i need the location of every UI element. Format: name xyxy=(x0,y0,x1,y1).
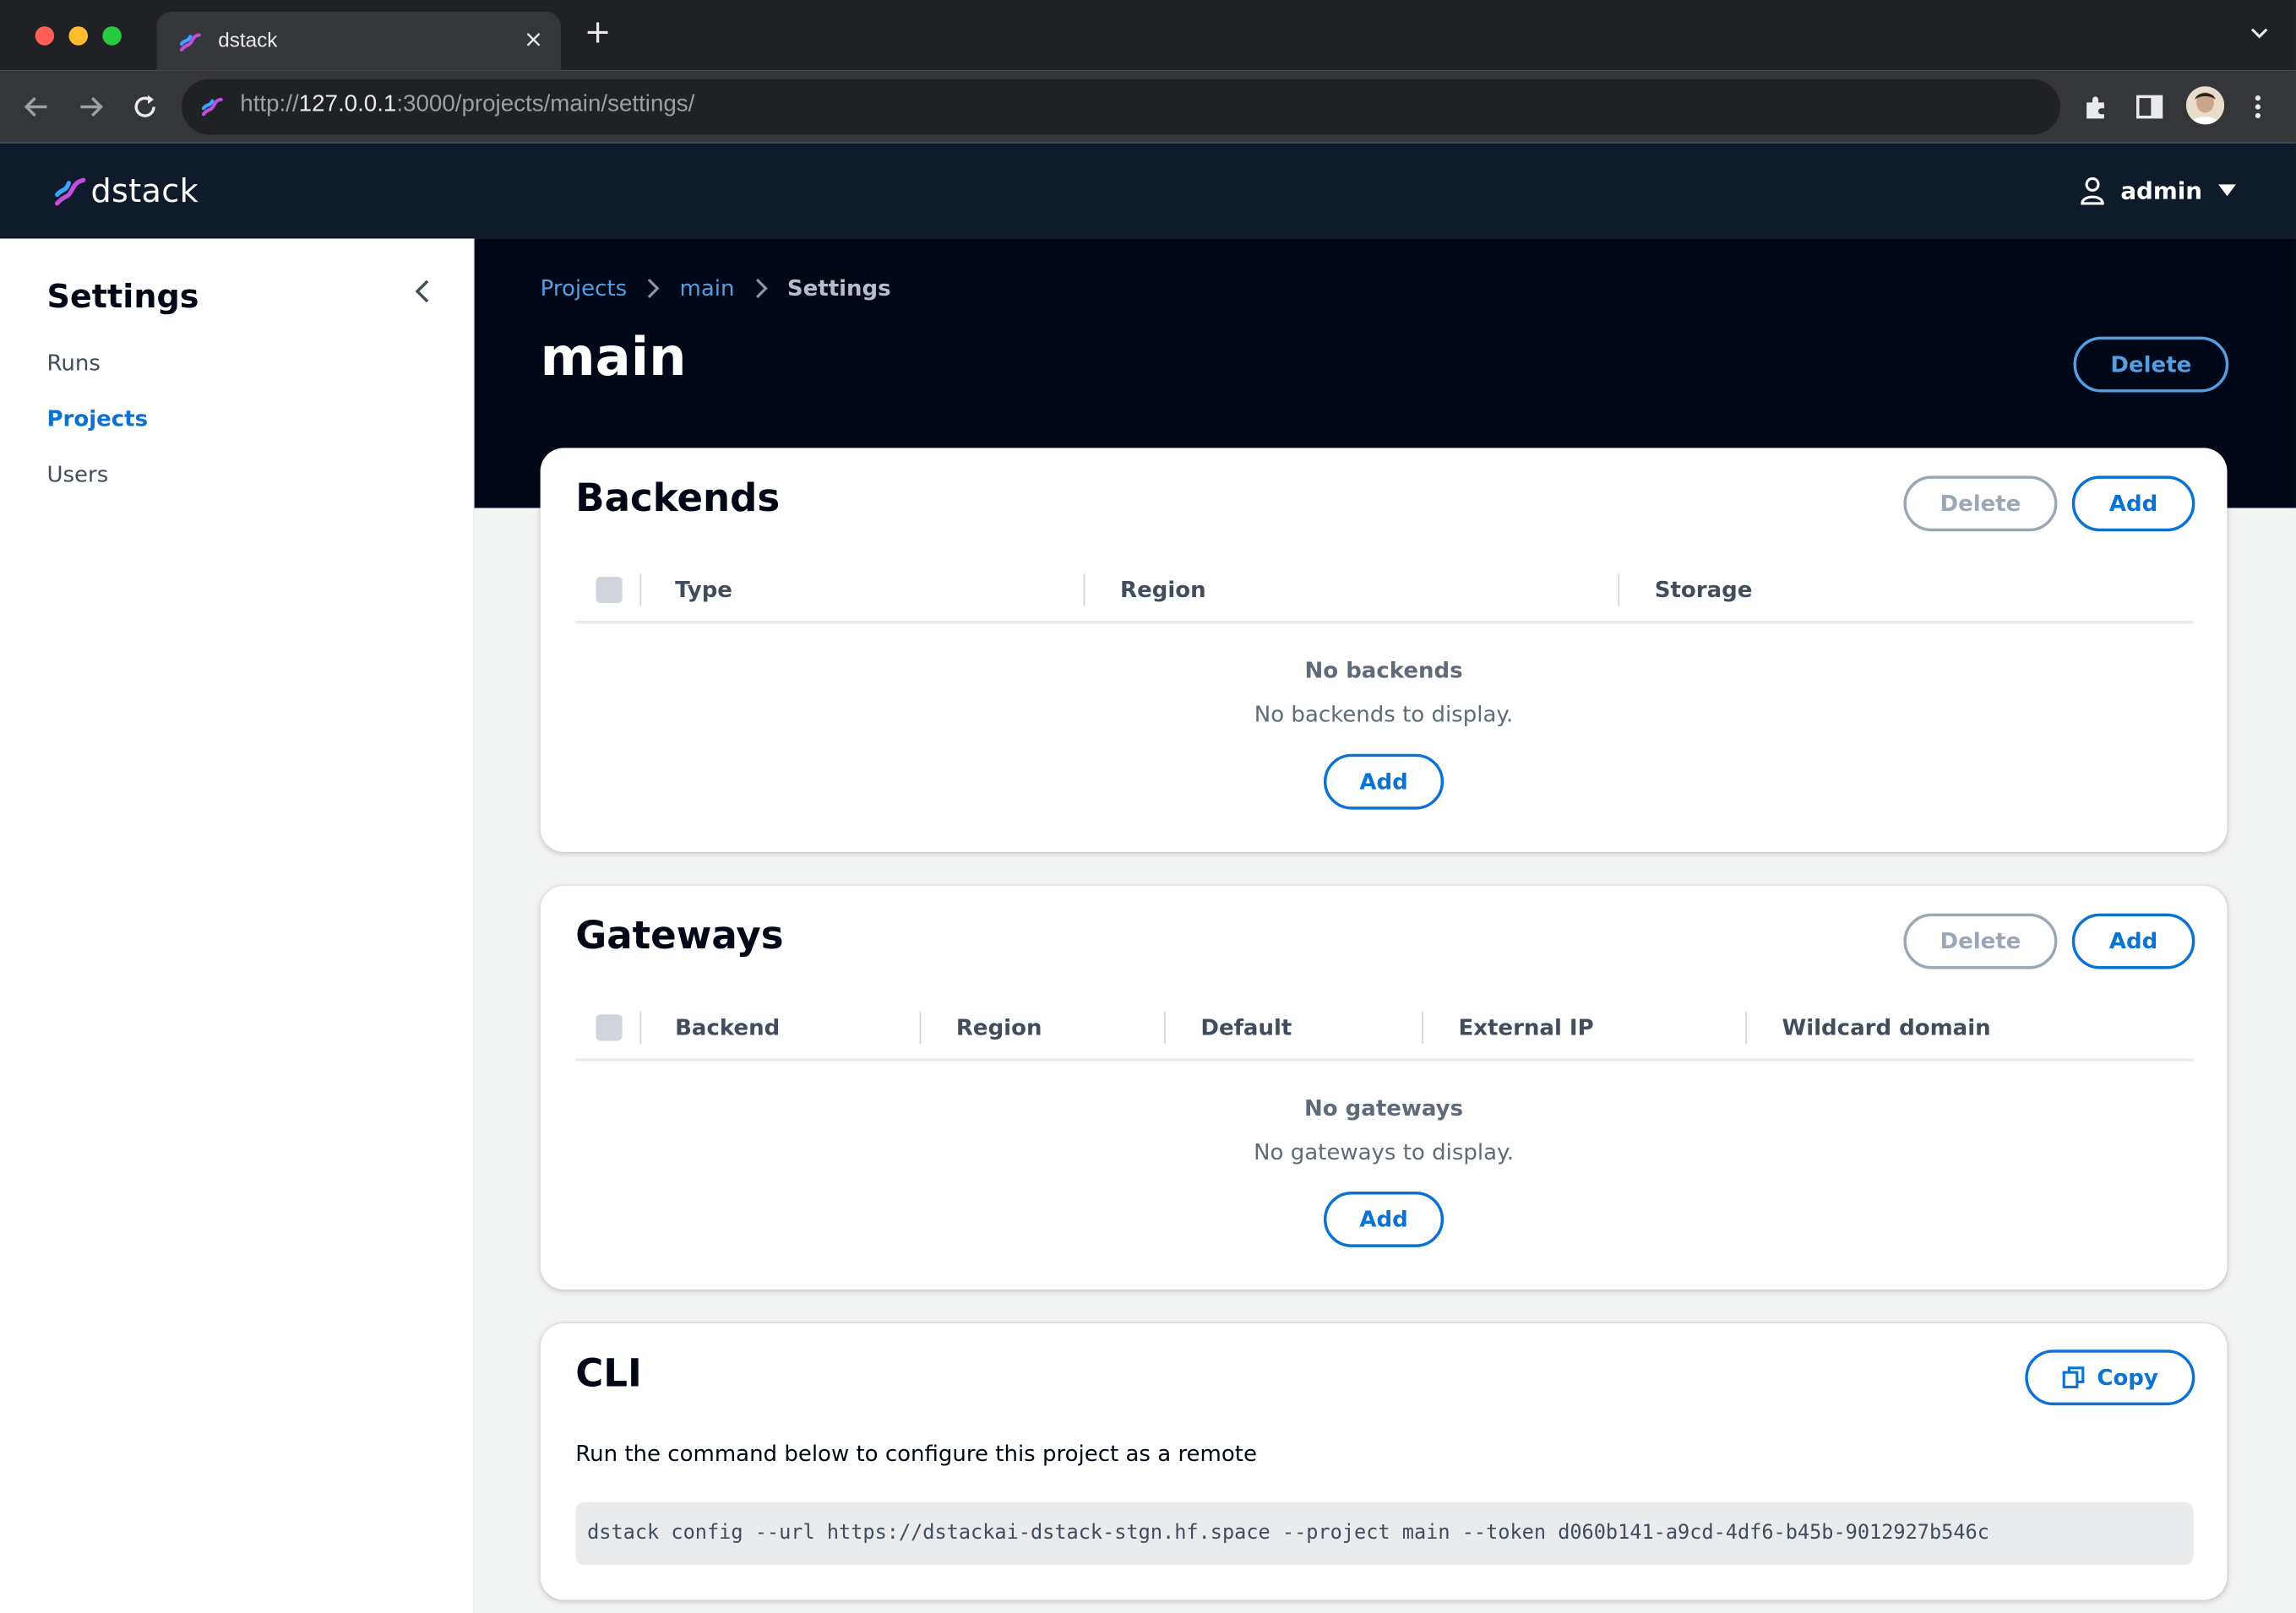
minimize-window-button[interactable] xyxy=(68,26,89,46)
profile-photo-icon xyxy=(2185,86,2225,125)
browser-tab[interactable]: dstack × xyxy=(156,11,561,71)
side-panel-icon[interactable] xyxy=(2132,90,2168,125)
gateways-table-header: Backend Region Default External IP Wildc… xyxy=(575,994,2194,1062)
empty-add-gateway-button[interactable]: Add xyxy=(1323,1191,1445,1247)
address-bar[interactable]: http://127.0.0.1:3000/projects/main/sett… xyxy=(181,79,2060,135)
sidebar: Settings Runs Projects Users xyxy=(0,238,475,1613)
delete-backend-button[interactable]: Delete xyxy=(1903,475,2058,532)
reload-icon[interactable] xyxy=(128,90,163,125)
maximize-window-button[interactable] xyxy=(102,26,122,46)
dstack-favicon-icon xyxy=(179,33,201,52)
app-header: dstack admin xyxy=(0,143,2296,239)
column-storage[interactable]: Storage xyxy=(1655,577,1753,603)
gateways-title: Gateways xyxy=(575,915,784,959)
profile-avatar[interactable] xyxy=(2185,86,2225,125)
add-gateway-button[interactable]: Add xyxy=(2071,913,2195,969)
cli-command[interactable]: dstack config --url https://dstackai-dst… xyxy=(575,1502,2194,1566)
delete-project-button[interactable]: Delete xyxy=(2073,336,2229,393)
breadcrumb-main[interactable]: main xyxy=(680,275,735,301)
sidebar-item-runs[interactable]: Runs xyxy=(46,350,100,376)
new-tab-button[interactable]: + xyxy=(585,17,612,50)
tab-close-icon[interactable]: × xyxy=(524,24,543,52)
column-type[interactable]: Type xyxy=(675,577,732,603)
cli-card: CLI Copy Run the command below to config… xyxy=(540,1322,2228,1600)
extensions-puzzle-icon[interactable] xyxy=(2079,90,2114,125)
empty-state-title: No gateways xyxy=(1303,1094,1464,1121)
cli-title: CLI xyxy=(575,1352,642,1397)
empty-state-title: No backends xyxy=(1304,657,1463,684)
breadcrumb: Projects main Settings xyxy=(541,275,891,301)
more-vertical-icon[interactable] xyxy=(2240,90,2276,125)
chevron-right-icon xyxy=(755,278,768,298)
user-icon xyxy=(2081,177,2105,205)
copy-button[interactable]: Copy xyxy=(2025,1350,2195,1406)
chevron-left-icon[interactable] xyxy=(410,278,436,304)
dstack-logo-icon xyxy=(55,177,86,206)
user-name: admin xyxy=(2120,176,2203,204)
browser-titlebar: dstack × + xyxy=(0,0,2296,71)
select-all-checkbox[interactable] xyxy=(596,576,623,604)
close-window-button[interactable] xyxy=(35,26,55,46)
column-region[interactable]: Region xyxy=(1120,577,1206,603)
page-title: main xyxy=(540,328,687,388)
tab-title: dstack xyxy=(218,27,278,52)
backends-card: Backends Delete Add Type Region Storage … xyxy=(540,448,2228,852)
empty-state-description: No gateways to display. xyxy=(1254,1138,1515,1165)
breadcrumb-settings: Settings xyxy=(786,274,891,302)
backends-table-header: Type Region Storage xyxy=(575,557,2194,624)
sidebar-item-projects[interactable]: Projects xyxy=(46,405,148,432)
logo-text: dstack xyxy=(90,173,199,210)
chevron-right-icon xyxy=(648,278,660,298)
column-external-ip[interactable]: External IP xyxy=(1458,1014,1593,1040)
empty-add-backend-button[interactable]: Add xyxy=(1323,753,1445,810)
dstack-logo[interactable]: dstack xyxy=(52,173,199,211)
caret-down-icon xyxy=(2218,184,2236,197)
copy-label: Copy xyxy=(2097,1364,2158,1391)
chevron-down-icon[interactable] xyxy=(2250,24,2270,44)
user-menu[interactable]: admin xyxy=(2080,176,2238,205)
dstack-site-icon xyxy=(201,97,223,117)
breadcrumb-projects[interactable]: Projects xyxy=(541,275,628,301)
delete-gateway-button[interactable]: Delete xyxy=(1903,913,2058,969)
sidebar-title: Settings xyxy=(46,280,199,317)
column-wildcard-domain[interactable]: Wildcard domain xyxy=(1782,1014,1991,1040)
cli-description: Run the command below to configure this … xyxy=(575,1440,1257,1467)
column-region[interactable]: Region xyxy=(956,1014,1042,1040)
sidebar-item-users[interactable]: Users xyxy=(46,461,108,487)
browser-toolbar: http://127.0.0.1:3000/projects/main/sett… xyxy=(0,70,2296,144)
back-arrow-icon[interactable] xyxy=(19,90,55,125)
select-all-checkbox[interactable] xyxy=(596,1014,623,1041)
column-default[interactable]: Default xyxy=(1200,1014,1292,1040)
add-backend-button[interactable]: Add xyxy=(2071,475,2195,532)
gateways-card: Gateways Delete Add Backend Region Defau… xyxy=(540,885,2228,1290)
backends-title: Backends xyxy=(575,477,781,522)
empty-state-description: No backends to display. xyxy=(1254,701,1514,728)
column-backend[interactable]: Backend xyxy=(675,1014,780,1040)
url-text: http://127.0.0.1:3000/projects/main/sett… xyxy=(240,92,695,117)
forward-arrow-icon[interactable] xyxy=(73,90,109,125)
copy-icon xyxy=(2062,1366,2085,1388)
